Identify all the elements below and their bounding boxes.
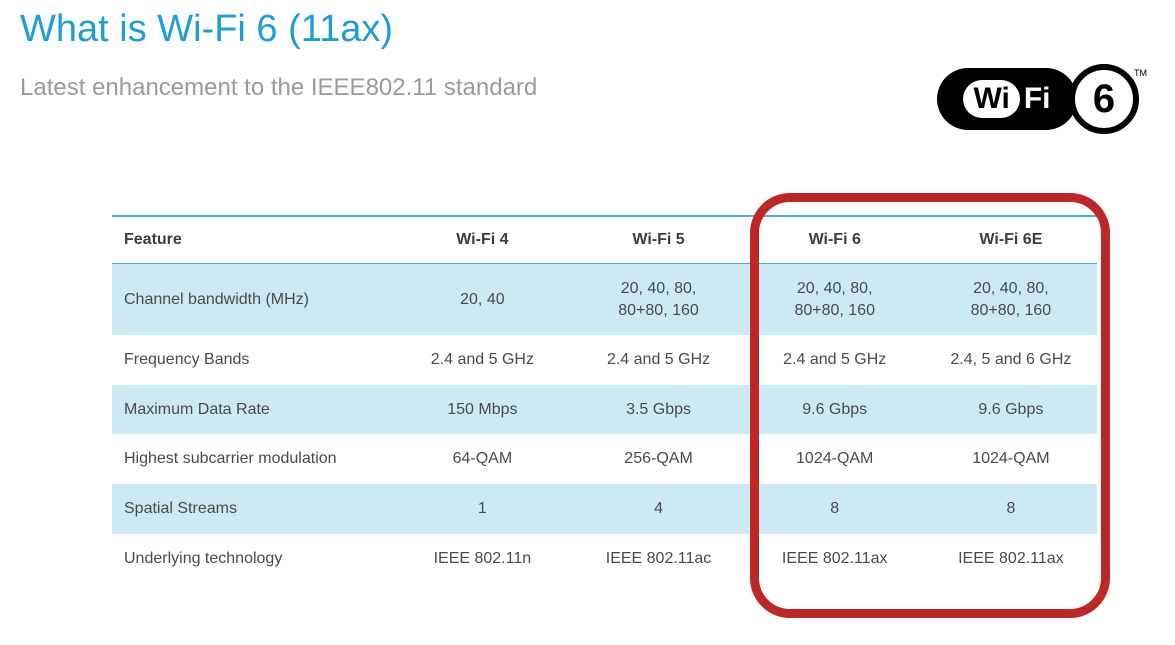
logo-trademark: TM bbox=[1134, 68, 1147, 78]
value-cell: 256-QAM bbox=[568, 434, 744, 484]
value-cell: 2.4 and 5 GHz bbox=[392, 335, 568, 385]
col-header-wifi5: Wi-Fi 5 bbox=[568, 216, 744, 264]
value-cell: 1024-QAM bbox=[921, 434, 1097, 484]
value-cell: IEEE 802.11ax bbox=[745, 534, 921, 584]
feature-cell: Underlying technology bbox=[112, 534, 392, 584]
value-cell: 3.5 Gbps bbox=[568, 385, 744, 435]
value-cell: IEEE 802.11ac bbox=[568, 534, 744, 584]
value-cell: 20, 40, 80,80+80, 160 bbox=[568, 264, 744, 336]
value-cell: 1 bbox=[392, 484, 568, 534]
logo-number-circle: 6 bbox=[1069, 64, 1139, 134]
feature-cell: Maximum Data Rate bbox=[112, 385, 392, 435]
col-header-wifi4: Wi-Fi 4 bbox=[392, 216, 568, 264]
table-header-row: Feature Wi-Fi 4 Wi-Fi 5 Wi-Fi 6 Wi-Fi 6E bbox=[112, 216, 1097, 264]
value-cell: 1024-QAM bbox=[745, 434, 921, 484]
feature-cell: Channel bandwidth (MHz) bbox=[112, 264, 392, 336]
table-row: Channel bandwidth (MHz)20, 4020, 40, 80,… bbox=[112, 264, 1097, 336]
table-row: Highest subcarrier modulation64-QAM256-Q… bbox=[112, 434, 1097, 484]
feature-cell: Frequency Bands bbox=[112, 335, 392, 385]
value-cell: 9.6 Gbps bbox=[745, 385, 921, 435]
value-cell: 8 bbox=[745, 484, 921, 534]
value-cell: 20, 40, 80,80+80, 160 bbox=[745, 264, 921, 336]
value-cell: 2.4 and 5 GHz bbox=[568, 335, 744, 385]
table-row: Underlying technologyIEEE 802.11nIEEE 80… bbox=[112, 534, 1097, 584]
wifi6-logo: WiFi 6 TM bbox=[937, 68, 1145, 130]
value-cell: 2.4 and 5 GHz bbox=[745, 335, 921, 385]
wifi-pill: WiFi bbox=[937, 68, 1077, 130]
col-header-feature: Feature bbox=[112, 216, 392, 264]
value-cell: 20, 40, 80,80+80, 160 bbox=[921, 264, 1097, 336]
page-subtitle: Latest enhancement to the IEEE802.11 sta… bbox=[20, 74, 537, 102]
table-body: Channel bandwidth (MHz)20, 4020, 40, 80,… bbox=[112, 264, 1097, 584]
page-title: What is Wi-Fi 6 (11ax) bbox=[20, 8, 393, 51]
col-header-wifi6e: Wi-Fi 6E bbox=[921, 216, 1097, 264]
feature-cell: Highest subcarrier modulation bbox=[112, 434, 392, 484]
value-cell: 4 bbox=[568, 484, 744, 534]
col-header-wifi6: Wi-Fi 6 bbox=[745, 216, 921, 264]
value-cell: IEEE 802.11n bbox=[392, 534, 568, 584]
table-row: Frequency Bands2.4 and 5 GHz2.4 and 5 GH… bbox=[112, 335, 1097, 385]
value-cell: 9.6 Gbps bbox=[921, 385, 1097, 435]
value-cell: IEEE 802.11ax bbox=[921, 534, 1097, 584]
logo-fi-text: Fi bbox=[1024, 82, 1051, 116]
value-cell: 20, 40 bbox=[392, 264, 568, 336]
comparison-table-wrap: Feature Wi-Fi 4 Wi-Fi 5 Wi-Fi 6 Wi-Fi 6E… bbox=[112, 215, 1097, 583]
value-cell: 8 bbox=[921, 484, 1097, 534]
comparison-table: Feature Wi-Fi 4 Wi-Fi 5 Wi-Fi 6 Wi-Fi 6E… bbox=[112, 215, 1097, 583]
value-cell: 150 Mbps bbox=[392, 385, 568, 435]
value-cell: 64-QAM bbox=[392, 434, 568, 484]
table-row: Maximum Data Rate150 Mbps3.5 Gbps9.6 Gbp… bbox=[112, 385, 1097, 435]
table-row: Spatial Streams1488 bbox=[112, 484, 1097, 534]
feature-cell: Spatial Streams bbox=[112, 484, 392, 534]
logo-wi-text: Wi bbox=[963, 80, 1019, 118]
value-cell: 2.4, 5 and 6 GHz bbox=[921, 335, 1097, 385]
